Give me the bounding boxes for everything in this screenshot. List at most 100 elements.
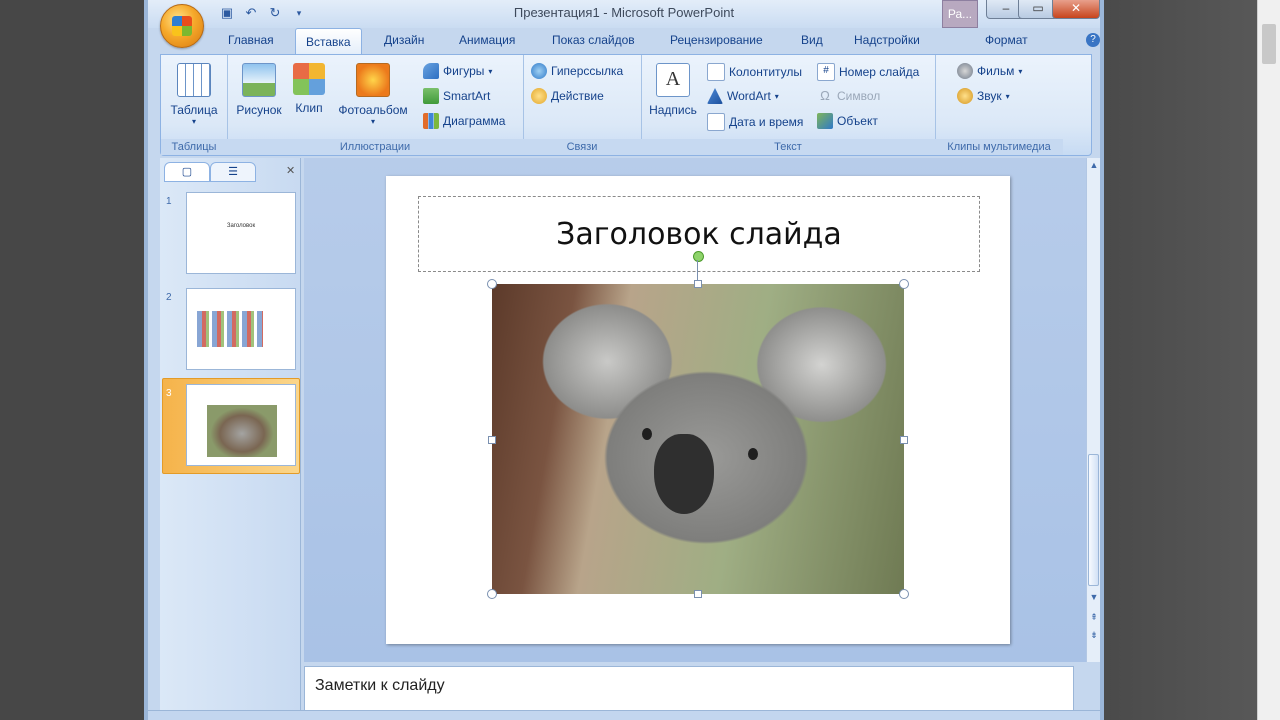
office-button[interactable] [160, 4, 204, 48]
tab-format[interactable]: Формат [985, 33, 1028, 47]
picture-label: Рисунок [236, 103, 282, 117]
tab-view[interactable]: Вид [801, 33, 823, 47]
thumbnail-slide: Заголовок [186, 192, 296, 274]
hyperlink-icon [531, 63, 547, 79]
textbox-icon: A [656, 63, 690, 97]
close-pane-icon[interactable]: ✕ [286, 164, 295, 177]
slides-tab[interactable]: ▢ [164, 162, 210, 182]
slide-editor: Заголовок слайда [304, 158, 1086, 662]
clip-label: Клип [295, 101, 323, 115]
help-icon[interactable]: ? [1086, 33, 1100, 47]
close-button[interactable]: ✕ [1052, 0, 1100, 19]
resize-handle[interactable] [488, 436, 496, 444]
action-button[interactable]: Действие [531, 88, 604, 104]
taskbar-preview-button[interactable]: Ра... [942, 0, 978, 28]
tab-review[interactable]: Рецензирование [670, 33, 763, 47]
sound-button[interactable]: Звук ▾ [957, 88, 1010, 104]
action-icon [531, 88, 547, 104]
clip-button[interactable]: Клип [289, 63, 329, 115]
resize-handle[interactable] [487, 279, 497, 289]
scroll-up-icon[interactable]: ▲ [1087, 158, 1100, 172]
chart-label: Диаграмма [443, 114, 506, 128]
notes-pane[interactable]: Заметки к слайду [304, 666, 1074, 712]
movie-button[interactable]: Фильм ▾ [957, 63, 1022, 79]
tab-home[interactable]: Главная [228, 33, 274, 47]
textbox-label: Надпись [649, 103, 697, 117]
chart-icon [423, 113, 439, 129]
slide-vertical-scrollbar[interactable]: ▲ ▼ ⇞ ⇟ [1086, 158, 1100, 662]
photo-album-button[interactable]: Фотоальбом ▾ [331, 63, 415, 126]
header-footer-icon [707, 63, 725, 81]
koala-image[interactable] [492, 284, 904, 594]
desktop-left [0, 0, 144, 720]
slide-number-label: Номер слайда [839, 65, 920, 79]
photo-album-icon [356, 63, 390, 97]
rotate-handle[interactable] [693, 251, 704, 262]
ribbon-tabs: Главная Вставка Дизайн Анимация Показ сл… [148, 28, 1100, 54]
slide-number-button[interactable]: # Номер слайда [817, 63, 919, 81]
koala-nose [654, 434, 714, 514]
header-footer-button[interactable]: Колонтитулы [707, 63, 802, 81]
koala-eye [642, 428, 652, 440]
group-label-media: Клипы мультимедиа [935, 139, 1063, 155]
redo-icon[interactable]: ↻ [266, 4, 284, 22]
current-slide: Заголовок слайда [386, 176, 1010, 644]
next-slide-icon[interactable]: ⇟ [1087, 628, 1100, 642]
shapes-label: Фигуры [443, 64, 485, 78]
tab-slideshow[interactable]: Показ слайдов [552, 33, 635, 47]
omega-icon: Ω [820, 88, 830, 103]
thumbnail-number: 2 [166, 292, 172, 303]
resize-handle[interactable] [694, 590, 702, 598]
tab-addins[interactable]: Надстройки [854, 33, 920, 47]
tab-insert[interactable]: Вставка [295, 28, 362, 54]
picture-icon [242, 63, 276, 97]
slide-title: Заголовок слайда [556, 217, 842, 252]
save-icon[interactable]: ▣ [218, 4, 236, 22]
object-button[interactable]: Объект [817, 113, 878, 129]
symbol-button[interactable]: Ω Символ [817, 88, 880, 104]
ribbon: Таблица ▾ Таблицы Рисунок Клип Фотоальбо… [160, 54, 1092, 156]
sound-label: Звук [977, 89, 1002, 103]
previous-slide-icon[interactable]: ⇞ [1087, 610, 1100, 624]
customize-qat-icon[interactable]: ▾ [290, 4, 308, 22]
datetime-button[interactable]: Дата и время [707, 113, 803, 131]
outline-tab-icon: ☰ [228, 166, 238, 178]
table-button[interactable]: Таблица ▾ [167, 63, 221, 126]
thumbnail-slide [186, 288, 296, 370]
group-label-text: Текст [641, 139, 935, 155]
textbox-button[interactable]: A Надпись [645, 63, 701, 117]
undo-icon[interactable]: ↶ [242, 4, 260, 22]
resize-handle[interactable] [487, 589, 497, 599]
thumbnail-chart [197, 311, 263, 347]
shapes-button[interactable]: Фигуры ▾ [423, 63, 492, 79]
resize-handle[interactable] [694, 280, 702, 288]
group-tables: Таблица ▾ Таблицы [161, 55, 228, 155]
page-scrollbar[interactable] [1257, 0, 1280, 720]
outline-tab[interactable]: ☰ [210, 162, 256, 182]
group-text: A Надпись Колонтитулы WordArt ▾ Дата и вр… [641, 55, 936, 155]
smartart-icon [423, 88, 439, 104]
shapes-icon [423, 63, 439, 79]
wordart-label: WordArt [727, 89, 771, 103]
datetime-label: Дата и время [729, 115, 804, 129]
scroll-down-icon[interactable]: ▼ [1087, 590, 1100, 604]
desktop-right [1104, 0, 1280, 720]
hyperlink-label: Гиперссылка [551, 64, 624, 78]
tab-animation[interactable]: Анимация [459, 33, 515, 47]
group-links: Гиперссылка Действие Связи [523, 55, 642, 155]
photo-album-label: Фотоальбом [338, 103, 408, 117]
slide-number-icon: # [817, 63, 835, 81]
powerpoint-window: Презентация1 - Microsoft PowerPoint ▣ ↶ … [144, 0, 1104, 720]
wordart-button[interactable]: WordArt ▾ [707, 88, 779, 104]
page-scroll-thumb[interactable] [1262, 24, 1276, 64]
wordart-icon [707, 88, 723, 104]
chart-button[interactable]: Диаграмма [423, 113, 505, 129]
resize-handle[interactable] [900, 436, 908, 444]
resize-handle[interactable] [899, 589, 909, 599]
tab-design[interactable]: Дизайн [384, 33, 424, 47]
resize-handle[interactable] [899, 279, 909, 289]
scroll-thumb[interactable] [1088, 454, 1099, 586]
smartart-button[interactable]: SmartArt [423, 88, 490, 104]
picture-button[interactable]: Рисунок [231, 63, 287, 117]
hyperlink-button[interactable]: Гиперссылка [531, 63, 623, 79]
